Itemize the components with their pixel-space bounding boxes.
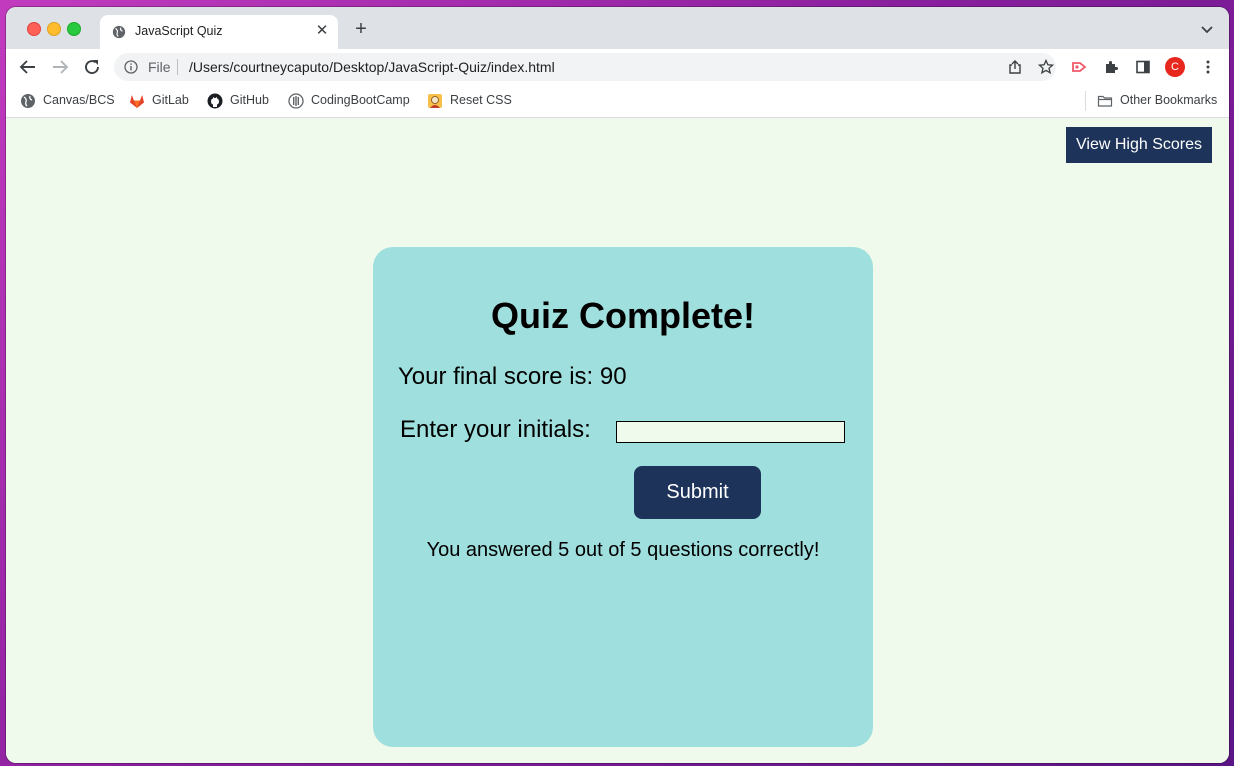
folder-icon (1097, 95, 1113, 107)
quiz-complete-card: Quiz Complete! Your final score is: 90 E… (373, 247, 873, 747)
quiz-title: Quiz Complete! (490, 295, 755, 336)
extensions-puzzle-icon[interactable] (1103, 59, 1119, 75)
bookmark-reset-css[interactable]: Reset CSS (427, 92, 517, 110)
bookmark-label: CodingBootCamp (311, 93, 410, 107)
browser-toolbar: File /Users/courtneycaputo/Desktop/JavaS… (6, 49, 1229, 85)
page-content: View High Scores Quiz Complete! Your fin… (6, 118, 1229, 763)
minimize-window-button[interactable] (47, 22, 61, 36)
bookmark-github[interactable]: GitHub (207, 92, 277, 110)
address-bar[interactable]: File /Users/courtneycaputo/Desktop/JavaS… (114, 53, 1056, 81)
profile-avatar[interactable]: C (1165, 57, 1185, 77)
bookmark-label: GitLab (152, 93, 189, 107)
close-tab-icon[interactable]: ✕ (314, 23, 330, 39)
side-panel-icon[interactable] (1135, 59, 1151, 75)
star-bookmark-icon[interactable] (1038, 59, 1054, 75)
scheme-label: File (148, 59, 171, 75)
final-score-text: Your final score is: 90 (398, 363, 627, 390)
bookmark-label: Reset CSS (450, 93, 512, 107)
back-arrow-icon[interactable] (19, 58, 37, 76)
tab-strip: JavaScript Quiz ✕ + (6, 7, 1229, 49)
new-tab-icon[interactable]: + (351, 19, 371, 39)
forward-arrow-icon[interactable] (51, 58, 69, 76)
result-text: You answered 5 out of 5 questions correc… (426, 539, 820, 561)
omnibox-divider (177, 59, 178, 75)
share-icon[interactable] (1007, 59, 1023, 75)
view-high-scores-button[interactable]: View High Scores (1066, 127, 1212, 163)
tab-javascript-quiz[interactable]: JavaScript Quiz ✕ (100, 15, 338, 49)
reset-css-icon (428, 94, 442, 108)
codingbootcamp-icon (288, 93, 304, 109)
submit-button[interactable]: Submit (634, 466, 761, 519)
info-icon[interactable] (124, 60, 138, 74)
reload-icon[interactable] (83, 58, 101, 76)
tab-title: JavaScript Quiz (135, 24, 223, 38)
globe-icon (21, 94, 35, 108)
maximize-window-button[interactable] (67, 22, 81, 36)
bookmark-label: Other Bookmarks (1120, 93, 1218, 107)
gitlab-icon (130, 95, 144, 108)
url-text[interactable]: /Users/courtneycaputo/Desktop/JavaScript… (189, 59, 555, 75)
browser-window: JavaScript Quiz ✕ + File /Users/courtney… (6, 7, 1229, 763)
bookmarks-divider (1085, 91, 1086, 111)
close-window-button[interactable] (27, 22, 41, 36)
initials-label: Enter your initials: (400, 416, 591, 443)
chevron-down-icon[interactable] (1199, 21, 1215, 37)
bookmark-canvas-bcs[interactable]: Canvas/BCS (20, 92, 115, 110)
bookmark-label: Canvas/BCS (43, 93, 115, 107)
other-bookmarks-folder[interactable]: Other Bookmarks (1097, 92, 1222, 110)
kebab-menu-icon[interactable] (1200, 59, 1216, 75)
bookmark-label: GitHub (230, 93, 269, 107)
cast-extension-icon[interactable] (1071, 59, 1087, 75)
bookmark-gitlab[interactable]: GitLab (129, 92, 194, 110)
initials-input[interactable] (616, 421, 845, 443)
globe-icon (112, 25, 126, 39)
bookmarks-bar: Canvas/BCS GitLab GitHub CodingBootCamp … (6, 85, 1229, 118)
github-icon (207, 93, 223, 109)
bookmark-codingbootcamp[interactable]: CodingBootCamp (288, 92, 413, 110)
